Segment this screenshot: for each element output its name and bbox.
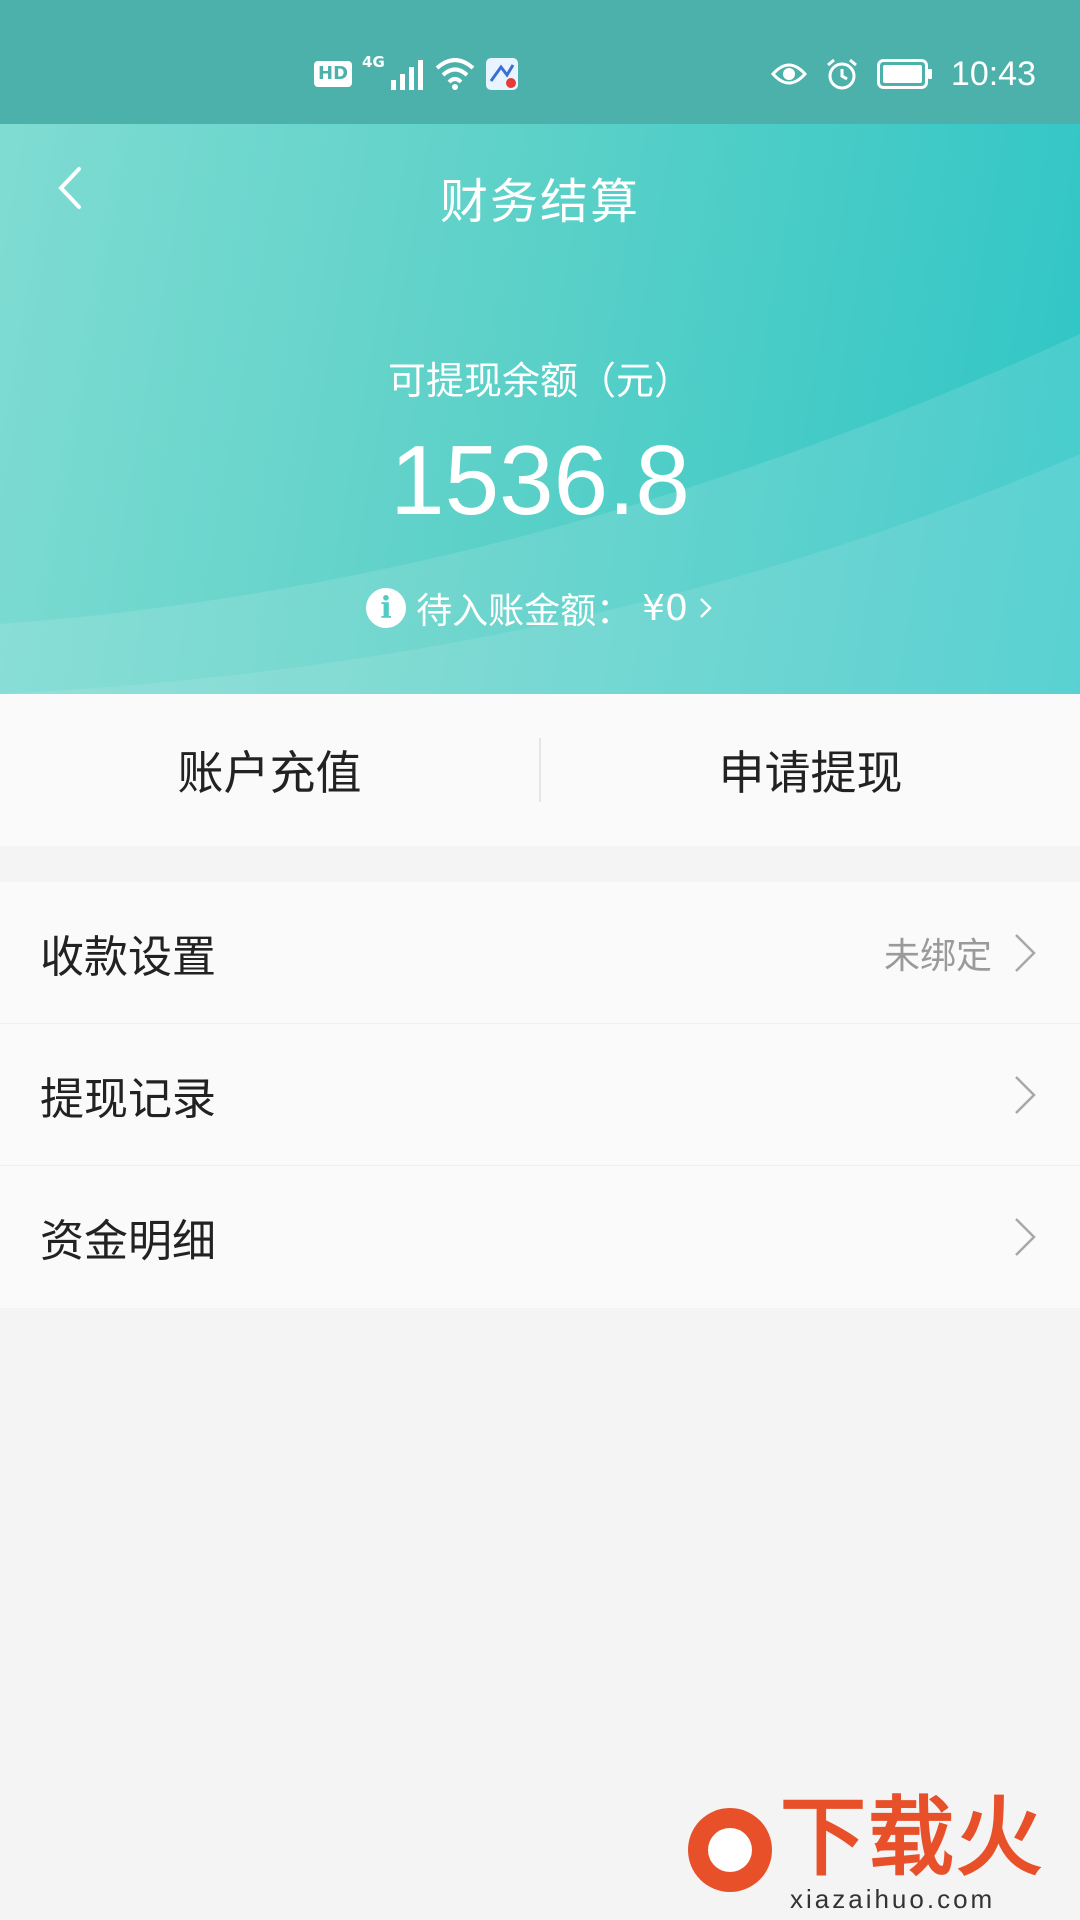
balance-amount: 1536.8: [390, 425, 690, 535]
pending-label: 待入账金额：: [416, 591, 633, 632]
pending-value: ¥0: [642, 587, 688, 629]
watermark-logo: 下载火 xiazaihuo.com: [640, 1780, 1080, 1920]
chevron-right-icon: [1015, 933, 1036, 972]
settings-list: 收款设置 未绑定 提现记录 资金明细: [0, 882, 1080, 1308]
menu-item-label: 收款设置: [40, 931, 216, 983]
hd-badge: HD: [314, 61, 353, 87]
menu-item-withdraw-records[interactable]: 提现记录: [0, 1024, 1080, 1166]
pending-amount-link[interactable]: i 待入账金额： ¥0: [0, 582, 1080, 634]
recharge-button[interactable]: 账户充值: [0, 694, 539, 846]
watermark-url: xiazaihuo.com: [790, 1884, 996, 1914]
chevron-right-icon: [1015, 1218, 1036, 1256]
action-bar: 账户充值 申请提现: [0, 694, 1080, 846]
withdraw-button[interactable]: 申请提现: [541, 694, 1080, 846]
menu-item-payment-settings[interactable]: 收款设置 未绑定: [0, 882, 1080, 1024]
chevron-right-icon: [1015, 1075, 1036, 1114]
eye-icon: [770, 63, 807, 85]
alarm-icon: [826, 58, 857, 90]
chevron-right-icon: [700, 598, 712, 618]
signal-icon: [390, 60, 423, 90]
clock: 10:43: [950, 54, 1036, 93]
watermark-text: 下载火: [780, 1788, 1044, 1888]
menu-item-status: 未绑定: [883, 935, 992, 977]
page-title: 财务结算: [439, 174, 640, 230]
wifi-icon: [435, 58, 475, 90]
balance-header: 财务结算 可提现余额（元） 1536.8 i 待入账金额： ¥0: [0, 124, 1080, 694]
battery-icon: [876, 59, 932, 89]
status-icons-left: HD 4G: [314, 52, 519, 96]
menu-item-label: 资金明细: [40, 1216, 216, 1267]
network-type: 4G: [362, 53, 385, 71]
menu-item-label: 提现记录: [40, 1073, 216, 1125]
balance-label: 可提现余额（元）: [387, 359, 692, 403]
status-bar: HD 4G 10:43: [0, 0, 1080, 124]
watermark-flame-icon: [688, 1808, 772, 1892]
status-icons-right: 10:43: [770, 50, 1036, 98]
menu-item-fund-details[interactable]: 资金明细: [0, 1166, 1080, 1308]
app-notification-icon: [485, 58, 518, 90]
info-icon: i: [366, 588, 407, 628]
